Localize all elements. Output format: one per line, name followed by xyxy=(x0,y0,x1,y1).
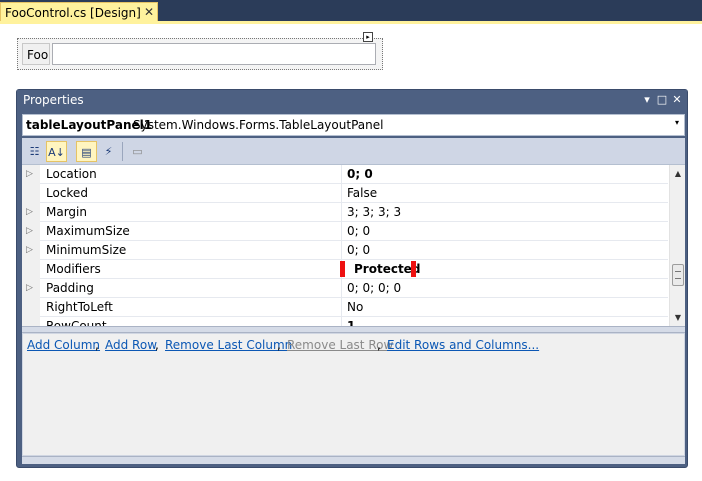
property-value[interactable]: 0; 0; 0; 0 xyxy=(347,281,401,295)
property-row-minimumsize[interactable]: ▷ MinimumSize 0; 0 xyxy=(22,241,668,260)
document-tab-strip: FooControl.cs [Design] ✕ xyxy=(0,0,702,23)
row-margin xyxy=(22,298,40,317)
properties-titlebar[interactable]: Properties ▾ □ ✕ xyxy=(17,90,687,111)
document-tab-title: FooControl.cs [Design] xyxy=(5,6,141,20)
property-name: RowCount xyxy=(46,319,107,326)
command-separator: , xyxy=(277,338,281,352)
object-selector-dropdown[interactable]: tableLayoutPanel1 System.Windows.Forms.T… xyxy=(22,114,685,136)
close-icon[interactable]: ✕ xyxy=(142,5,156,19)
property-name: RightToLeft xyxy=(46,300,113,314)
property-row-locked[interactable]: Locked False xyxy=(22,184,668,203)
chevron-down-icon[interactable]: ▾ xyxy=(671,118,683,127)
row-margin xyxy=(22,184,40,203)
foo-textbox[interactable] xyxy=(52,43,376,65)
property-row-margin[interactable]: ▷ Margin 3; 3; 3; 3 xyxy=(22,203,668,222)
property-row-maximumsize[interactable]: ▷ MaximumSize 0; 0 xyxy=(22,222,668,241)
command-link-edit-rows-and-columns[interactable]: Edit Rows and Columns... xyxy=(387,338,539,352)
document-tab-foocontrol[interactable]: FooControl.cs [Design] ✕ xyxy=(0,2,158,23)
property-value[interactable]: 0; 0 xyxy=(347,224,370,238)
property-row-location[interactable]: ▷ Location 0; 0 xyxy=(22,165,668,184)
property-name: MinimumSize xyxy=(46,243,127,257)
expand-icon[interactable]: ▷ xyxy=(26,205,36,219)
scroll-down-icon[interactable]: ▼ xyxy=(670,309,685,326)
expand-icon[interactable]: ▷ xyxy=(26,167,36,181)
column-divider[interactable] xyxy=(341,317,342,326)
highlight-marker-right xyxy=(411,261,416,277)
properties-title: Properties xyxy=(23,93,84,107)
description-splitter[interactable] xyxy=(22,456,685,464)
smart-tag-icon[interactable]: ▸ xyxy=(363,32,373,42)
property-row-modifiers[interactable]: Modifiers Protected xyxy=(22,260,668,279)
properties-toolbar: ☷ A↓ ▤ ⚡ ▭ xyxy=(22,138,685,165)
property-name: Padding xyxy=(46,281,94,295)
property-name: MaximumSize xyxy=(46,224,130,238)
property-row-righttoleft[interactable]: RightToLeft No xyxy=(22,298,668,317)
command-link-add-row[interactable]: Add Row xyxy=(105,338,157,352)
vertical-scrollbar[interactable]: ▲ ▼ xyxy=(669,165,685,326)
foo-label: Foo xyxy=(27,48,49,62)
commands-splitter[interactable] xyxy=(22,326,685,333)
grip-icon xyxy=(675,271,681,279)
command-separator: , xyxy=(95,338,99,352)
categorized-icon[interactable]: ☷ xyxy=(24,141,45,162)
command-separator: , xyxy=(377,338,381,352)
window-position-dropdown-icon[interactable]: ▾ xyxy=(640,92,654,108)
column-divider[interactable] xyxy=(341,203,342,222)
column-divider[interactable] xyxy=(341,184,342,203)
property-value[interactable]: 0; 0 xyxy=(347,167,373,181)
property-value[interactable]: 0; 0 xyxy=(347,243,370,257)
property-name: Location xyxy=(46,167,97,181)
column-divider[interactable] xyxy=(341,298,342,317)
expand-icon[interactable]: ▷ xyxy=(26,243,36,257)
property-row-rowcount[interactable]: RowCount 1 xyxy=(22,317,668,326)
events-lightning-icon[interactable]: ⚡ xyxy=(98,141,119,162)
property-grid: ▷ Location 0; 0 Locked False ▷ Margin 3; 3; 3; … xyxy=(22,165,685,326)
object-type: System.Windows.Forms.TableLayoutPanel xyxy=(133,118,384,132)
scroll-thumb[interactable] xyxy=(672,264,684,286)
expand-icon[interactable]: ▷ xyxy=(26,224,36,238)
command-link-remove-last-column[interactable]: Remove Last Column xyxy=(165,338,292,352)
row-margin xyxy=(22,260,40,279)
foo-label-cell[interactable]: Foo xyxy=(22,43,50,65)
scroll-up-icon[interactable]: ▲ xyxy=(670,165,685,182)
row-margin xyxy=(22,317,40,326)
column-divider[interactable] xyxy=(341,279,342,298)
property-name: Locked xyxy=(46,186,88,200)
highlight-marker-left xyxy=(340,261,345,277)
expand-icon[interactable]: ▷ xyxy=(26,281,36,295)
column-divider[interactable] xyxy=(341,241,342,260)
property-row-padding[interactable]: ▷ Padding 0; 0; 0; 0 xyxy=(22,279,668,298)
command-separator: , xyxy=(155,338,159,352)
command-link-add-column[interactable]: Add Column xyxy=(27,338,100,352)
column-divider[interactable] xyxy=(341,165,342,184)
property-pages-icon[interactable]: ▭ xyxy=(127,141,148,162)
alphabetical-icon[interactable]: A↓ xyxy=(46,141,67,162)
toolbar-separator xyxy=(122,142,123,161)
property-value[interactable]: False xyxy=(347,186,377,200)
property-name: Modifiers xyxy=(46,262,101,276)
designer-verbs-panel: Add Column, Add Row, Remove Last Column, Re… xyxy=(22,333,685,456)
properties-icon[interactable]: ▤ xyxy=(76,141,97,162)
property-name: Margin xyxy=(46,205,87,219)
property-value[interactable]: 1 xyxy=(347,319,355,326)
property-value[interactable]: No xyxy=(347,300,363,314)
maximize-icon[interactable]: □ xyxy=(655,92,669,108)
column-divider[interactable] xyxy=(341,222,342,241)
close-icon[interactable]: ✕ xyxy=(670,92,684,108)
property-value[interactable]: 3; 3; 3; 3 xyxy=(347,205,401,219)
